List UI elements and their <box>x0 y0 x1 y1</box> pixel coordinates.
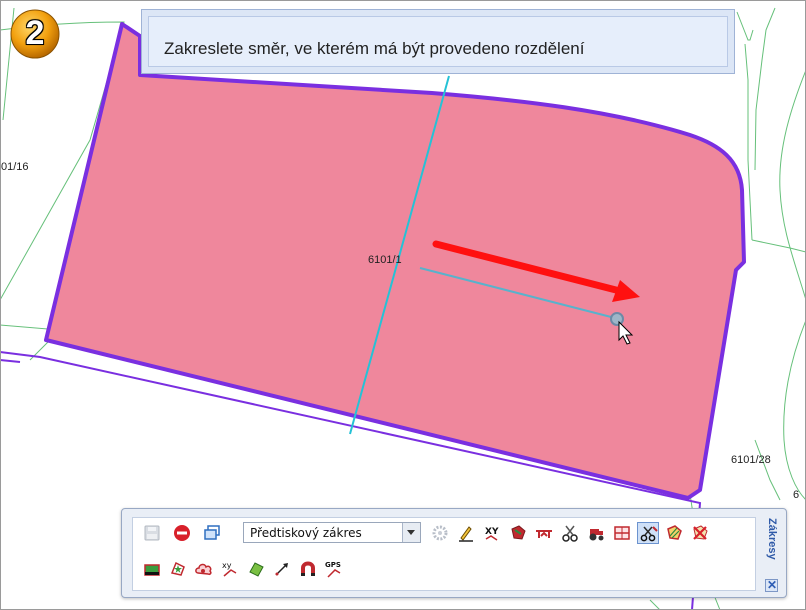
lower-parcel-edge <box>0 359 21 363</box>
windows-icon[interactable] <box>201 522 223 544</box>
step-number: 2 <box>25 14 45 52</box>
toolbar-title: Zákresy <box>763 518 781 573</box>
svg-text:XY: XY <box>485 527 499 537</box>
scissors-icon[interactable] <box>559 522 581 544</box>
parcel-label-6101-1: 6101/1 <box>368 254 402 266</box>
xy-coordinates-icon[interactable]: XY <box>481 522 503 544</box>
save-icon[interactable] <box>141 522 163 544</box>
xy-line-icon[interactable]: xy <box>219 558 241 580</box>
stop-icon[interactable] <box>171 522 193 544</box>
fill-polygon-icon[interactable] <box>507 522 529 544</box>
polygon-green-icon[interactable] <box>141 558 163 580</box>
green-leaf-icon[interactable] <box>245 558 267 580</box>
magnet-icon[interactable] <box>297 558 319 580</box>
step-number-badge: 2 <box>9 8 61 60</box>
parcel-label-6-partial: 6 <box>793 489 800 501</box>
cloud-polygon-icon[interactable] <box>193 558 215 580</box>
red-segment-icon[interactable] <box>533 522 555 544</box>
close-toolbar-button[interactable]: ✕ <box>765 578 778 592</box>
delete-hatched-icon[interactable] <box>689 522 711 544</box>
tractor-icon[interactable] <box>585 522 607 544</box>
parcel-label-01-16: 01/16 <box>1 161 29 173</box>
star-vertex-icon[interactable] <box>167 558 189 580</box>
arrow-line-icon[interactable] <box>271 558 293 580</box>
gps-line-icon[interactable]: GPS <box>323 558 345 580</box>
drawing-toolbar: Předtiskový zákres XY xy GPS Zákresy ✕ <box>121 508 787 598</box>
toolbar-buttons-panel: Předtiskový zákres XY xy GPS <box>132 517 756 591</box>
svg-text:xy: xy <box>222 561 232 570</box>
toolbar-title-text: Zákresy <box>766 518 778 560</box>
cut-polygon-icon[interactable] <box>637 522 659 544</box>
template-select-value: Předtiskový zákres <box>250 526 362 540</box>
segment-endpoint-handle[interactable] <box>610 312 624 326</box>
hatched-polygon-icon[interactable] <box>663 522 685 544</box>
parcel-label-6101-28: 6101/28 <box>731 454 771 466</box>
pencil-icon[interactable] <box>455 522 477 544</box>
instruction-banner: Zakreslete směr, ve kterém má být proved… <box>141 9 735 74</box>
template-select[interactable]: Předtiskový zákres <box>243 522 421 543</box>
instruction-text: Zakreslete směr, ve kterém má být proved… <box>164 39 585 58</box>
gear-icon[interactable] <box>429 522 451 544</box>
split-parcel-icon[interactable] <box>611 522 633 544</box>
svg-text:GPS: GPS <box>325 561 341 569</box>
chevron-down-icon[interactable] <box>402 523 420 542</box>
close-icon: ✕ <box>767 578 778 592</box>
